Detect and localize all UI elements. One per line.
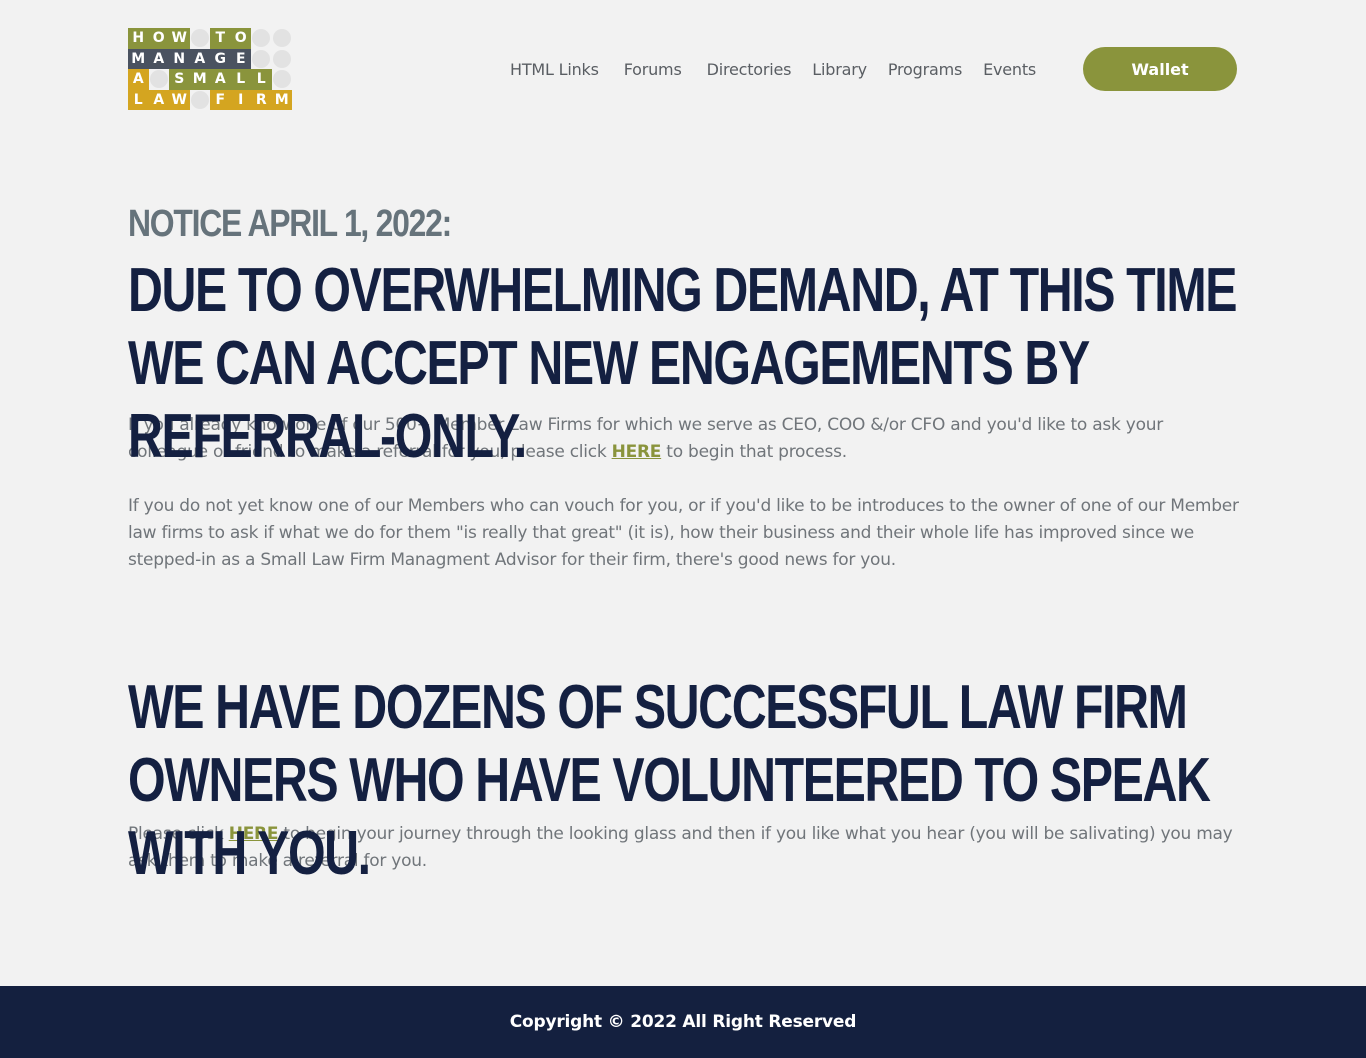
nav-item-directories[interactable]: Directories — [707, 60, 792, 79]
logo-dot-tile — [149, 69, 170, 90]
nav-item-programs[interactable]: Programs — [888, 60, 962, 79]
logo-letter-tile: A — [189, 48, 210, 69]
site-logo[interactable]: HOWTOMANAGEASMALLLAWFIRM — [128, 28, 298, 110]
site-header: HOWTOMANAGEASMALLLAWFIRM HTML Links Foru… — [0, 0, 1366, 140]
logo-letter-tile: A — [148, 89, 169, 110]
referral-only-heading: DUE TO OVERWHELMING DEMAND, AT THIS TIME… — [128, 256, 1237, 471]
logo-dot-tile — [190, 28, 211, 49]
logo-letter-tile: E — [230, 48, 251, 69]
nav-item-forums[interactable]: Forums — [624, 60, 682, 79]
logo-dot-tile — [190, 90, 211, 111]
nav-item-events[interactable]: Events — [983, 60, 1036, 79]
wallet-button[interactable]: Wallet — [1083, 47, 1237, 91]
logo-dot-tile — [272, 69, 293, 90]
logo-letter-tile: T — [210, 28, 231, 49]
introduction-paragraph: If you do not yet know one of our Member… — [128, 496, 1239, 570]
logo-letter-tile: F — [210, 89, 231, 110]
heading2-wrap: WE HAVE DOZENS OF SUCCESSFUL LAW FIRM OW… — [128, 671, 1240, 888]
logo-letter-tile: W — [169, 28, 190, 49]
logo-letter-tile: A — [210, 69, 231, 90]
nav-item-html-links[interactable]: HTML Links — [510, 60, 599, 79]
logo-letter-tile: M — [189, 69, 210, 90]
logo-letter-tile: W — [169, 89, 190, 110]
logo-dot-tile — [272, 28, 293, 49]
site-footer: Copyright © 2022 All Right Reserved — [0, 986, 1366, 1058]
logo-letter-tile: M — [128, 48, 149, 69]
logo-letter-tile: L — [128, 89, 149, 110]
main-nav: HTML Links Forums Directories Library Pr… — [510, 47, 1057, 91]
logo-letter-tile: O — [148, 28, 169, 49]
logo-letter-tile: O — [230, 28, 251, 49]
logo-dot-tile — [251, 49, 272, 70]
logo-dot-tile — [272, 49, 293, 70]
logo-letter-tile: G — [210, 48, 231, 69]
logo-letter-tile: L — [230, 69, 251, 90]
logo-letter-tile: A — [148, 48, 169, 69]
logo-letter-tile: H — [128, 28, 149, 49]
page: HOWTOMANAGEASMALLLAWFIRM HTML Links Foru… — [0, 0, 1366, 1058]
logo-dot-tile — [251, 28, 272, 49]
main-content: NOTICE APRIL 1, 2022: DUE TO OVERWHELMIN… — [128, 200, 1240, 888]
logo-letter-tile: A — [128, 69, 149, 90]
logo-letter-tile: I — [230, 89, 251, 110]
logo-letter-tile: R — [251, 89, 272, 110]
nav-item-library[interactable]: Library — [812, 60, 867, 79]
logo-letter-tile: S — [169, 69, 190, 90]
volunteers-heading: WE HAVE DOZENS OF SUCCESSFUL LAW FIRM OW… — [128, 673, 1211, 888]
logo-letter-tile: M — [271, 89, 292, 110]
logo-letter-tile: N — [169, 48, 190, 69]
heading1-wrap: DUE TO OVERWHELMING DEMAND, AT THIS TIME… — [128, 254, 1240, 471]
copyright-text: Copyright © 2022 All Right Reserved — [509, 1012, 857, 1032]
notice-date-heading: NOTICE APRIL 1, 2022: — [128, 203, 452, 245]
logo-letter-tile: L — [251, 69, 272, 90]
